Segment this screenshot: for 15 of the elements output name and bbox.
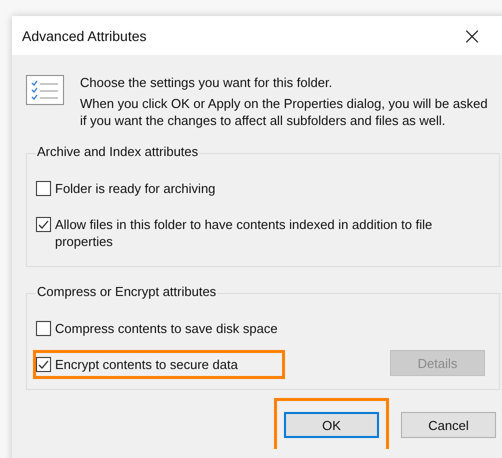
checklist-icon	[26, 75, 64, 105]
window-title: Advanced Attributes	[22, 28, 147, 44]
check-icon	[37, 218, 50, 231]
dialog-button[interactable]: Cancel	[401, 412, 496, 438]
checkbox-option[interactable]: Encrypt contents to secure data	[33, 350, 285, 379]
group-title: Archive and Index attributes	[36, 144, 200, 159]
check-icon	[37, 358, 50, 371]
checkbox-option[interactable]: Allow files in this folder to have contents indexed in addition to file properties	[33, 210, 472, 256]
intro-heading: Choose the settings you want for this folder.	[80, 75, 334, 90]
group-title: Compress or Encrypt attributes	[36, 284, 218, 299]
close-button[interactable]: ×	[452, 22, 492, 50]
intro-text: When you click OK or Apply on the Properties dialog, you will be asked if you want the changes to affect all subfolders and files as well.	[80, 95, 489, 129]
checkbox-option[interactable]: Compress contents to save disk space	[33, 314, 285, 343]
dialog-button[interactable]: OK	[284, 412, 379, 438]
checkbox-option[interactable]: Folder is ready for archiving	[33, 174, 472, 203]
